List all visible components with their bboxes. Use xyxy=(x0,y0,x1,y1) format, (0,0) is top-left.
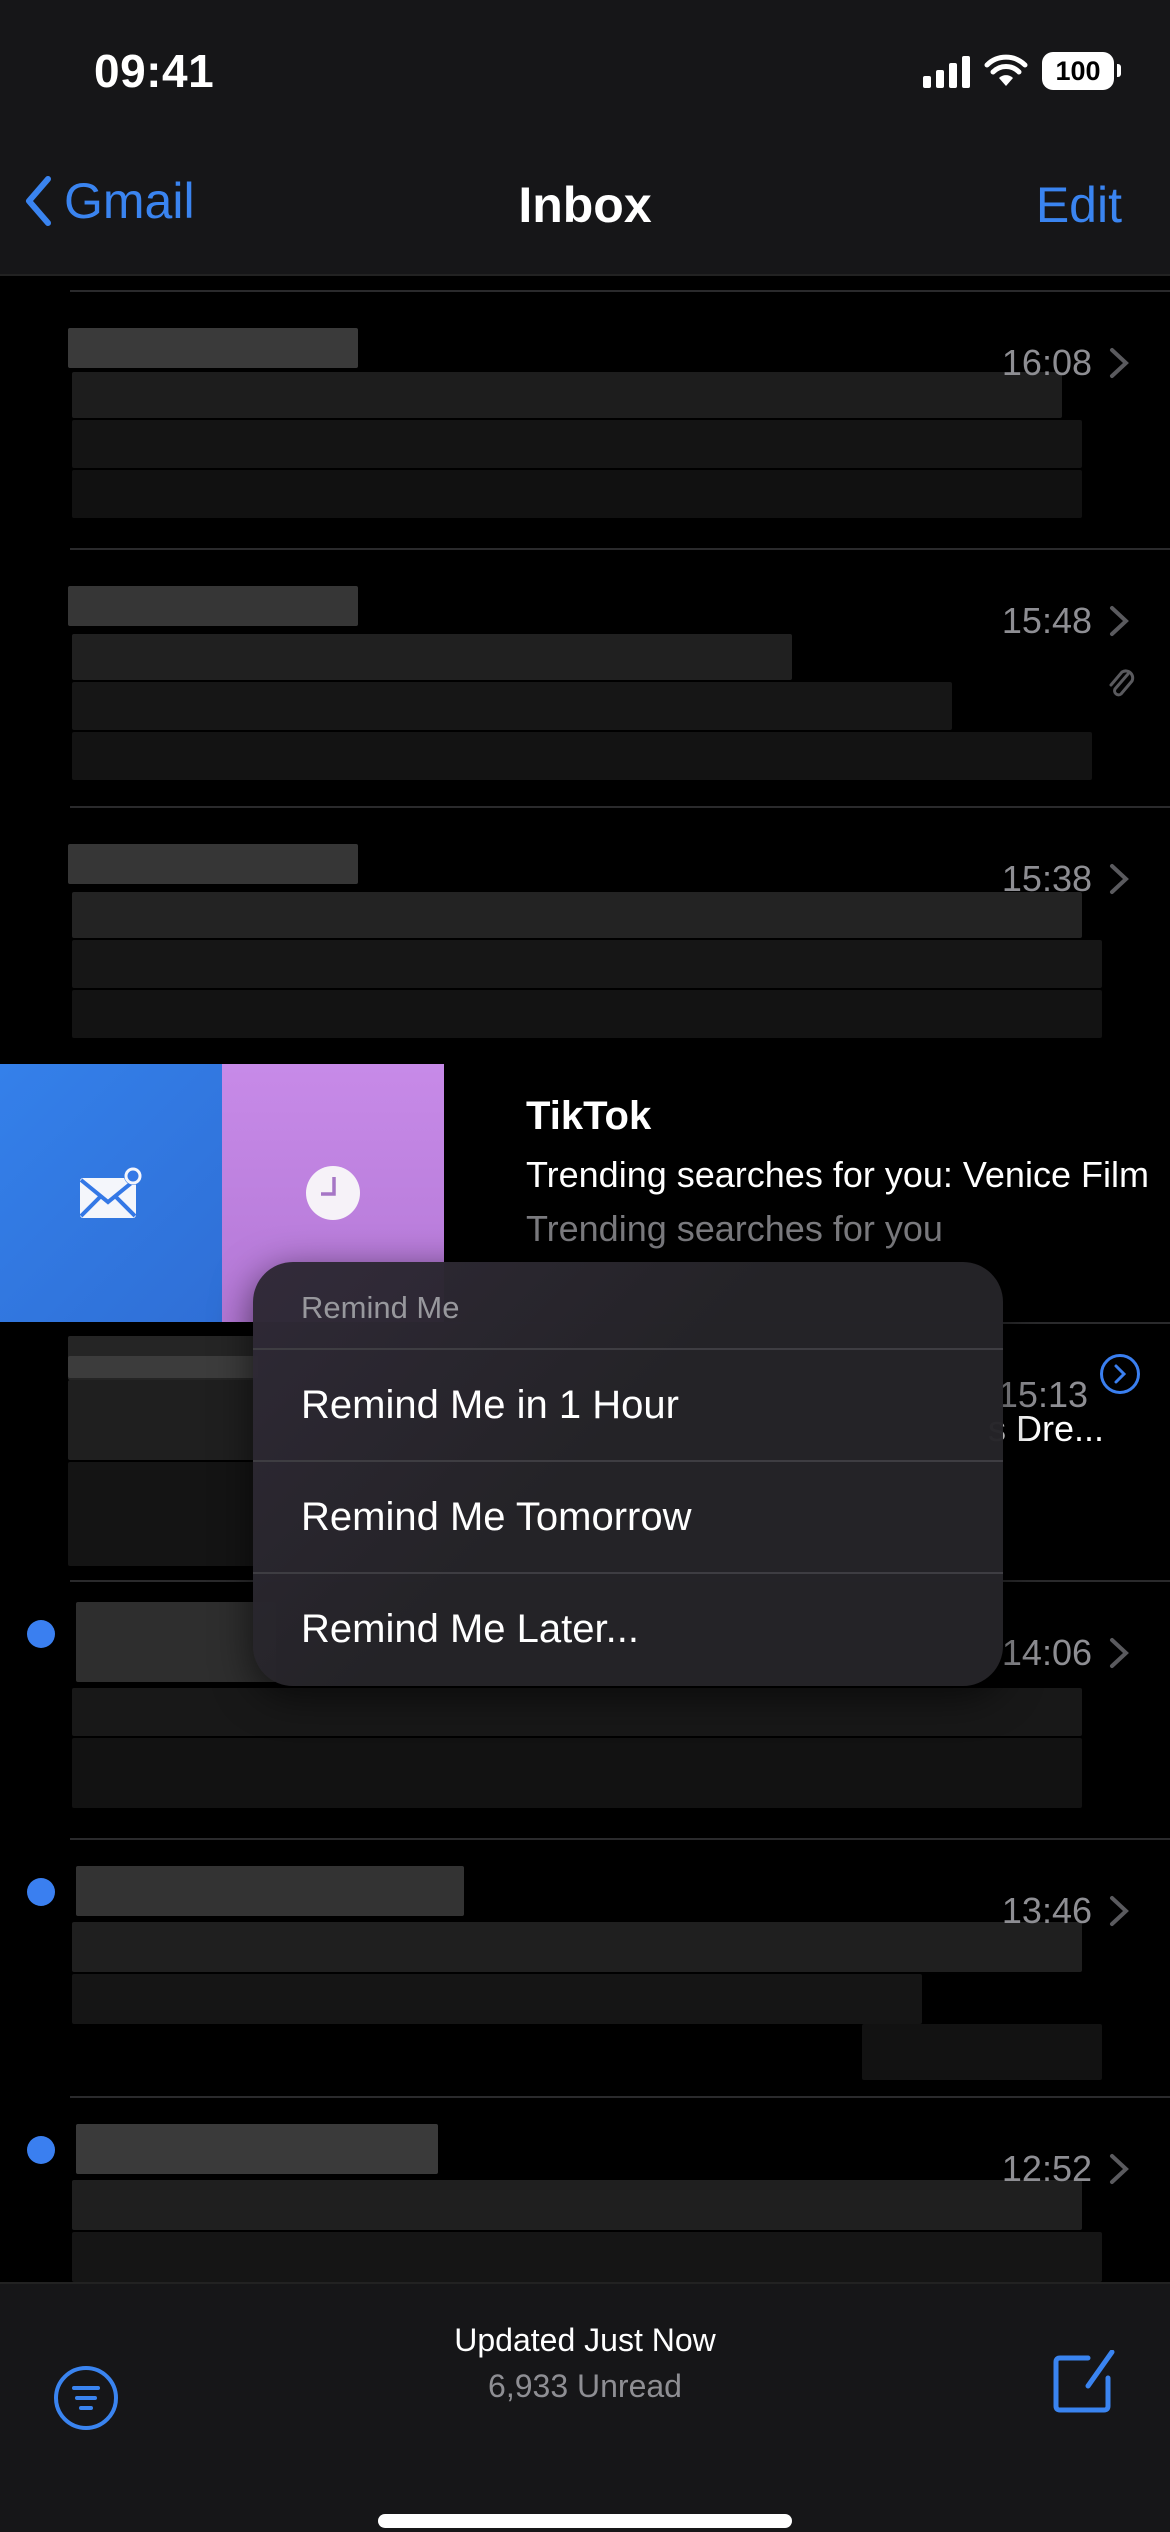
chevron-right-icon xyxy=(1110,1638,1129,1668)
message-row[interactable]: 16:08 xyxy=(0,290,1170,548)
redacted-preview xyxy=(862,2024,1102,2080)
remind-later-option[interactable]: Remind Me Later... xyxy=(253,1572,1003,1684)
envelope-badge-icon xyxy=(79,1167,142,1218)
remind-tomorrow-option[interactable]: Remind Me Tomorrow xyxy=(253,1460,1003,1572)
redacted-sender xyxy=(68,1356,258,1378)
remind-in-1-hour-option[interactable]: Remind Me in 1 Hour xyxy=(253,1348,1003,1460)
paperclip-icon xyxy=(1109,669,1135,697)
message-subject-tail: s Dre... xyxy=(987,1408,1104,1449)
redacted-preview xyxy=(72,2232,1102,2282)
chevron-right-icon xyxy=(1110,864,1129,894)
redacted-subject xyxy=(68,1380,258,1460)
status-time: 09:41 xyxy=(94,45,215,97)
chevron-right-icon xyxy=(1110,348,1129,378)
message-time: 15:48 xyxy=(1001,600,1092,641)
chevron-right-icon xyxy=(1114,1364,1127,1384)
clock-icon xyxy=(306,1166,360,1220)
cellular-signal-icon xyxy=(923,54,970,88)
mark-unread-action[interactable] xyxy=(0,1064,222,1322)
status-icons: 100 xyxy=(923,52,1121,90)
battery-icon: 100 xyxy=(1042,52,1121,90)
home-indicator[interactable] xyxy=(378,2514,792,2528)
compose-icon[interactable] xyxy=(1050,2350,1116,2416)
chevron-right-icon xyxy=(1110,2154,1129,2184)
chevron-right-icon xyxy=(1110,606,1129,636)
unread-count: 6,933 Unread xyxy=(488,2368,682,2404)
message-subject: Trending searches for you: Venice Film xyxy=(526,1154,1149,1195)
row-divider xyxy=(70,2096,1170,2098)
message-time: 16:08 xyxy=(1001,342,1092,383)
redacted-subject xyxy=(72,892,1082,938)
redacted-preview xyxy=(72,1738,1082,1808)
redacted-sender xyxy=(76,2124,438,2174)
redacted-sender xyxy=(76,1866,464,1916)
message-time: 13:46 xyxy=(1001,1890,1092,1931)
redacted-sender xyxy=(68,844,358,884)
redacted-preview xyxy=(72,732,1092,780)
unread-indicator xyxy=(27,2136,55,2164)
message-time: 15:38 xyxy=(1001,858,1092,899)
redacted-subject xyxy=(72,1922,1082,1972)
chevron-right-icon xyxy=(1110,1896,1129,1926)
chevron-left-icon xyxy=(26,176,51,226)
bottom-toolbar: Updated Just Now 6,933 Unread xyxy=(0,2282,1170,2532)
redacted-subject xyxy=(72,634,792,680)
message-sender: TikTok xyxy=(526,1094,652,1138)
row-divider xyxy=(70,290,1170,292)
remind-me-menu: Remind Me Remind Me in 1 Hour Remind Me … xyxy=(253,1262,1003,1686)
message-row[interactable]: 15:38 xyxy=(0,806,1170,1064)
menu-header: Remind Me xyxy=(301,1290,460,1325)
redacted-preview xyxy=(72,1974,922,2024)
unread-indicator xyxy=(27,1620,55,1648)
redacted-preview xyxy=(72,940,1102,988)
redacted-preview xyxy=(72,682,952,730)
row-divider xyxy=(70,806,1170,808)
redacted-preview xyxy=(72,420,1082,468)
message-preview: Trending searches for you xyxy=(526,1208,943,1249)
redacted-sender xyxy=(68,586,358,626)
back-button[interactable]: Gmail xyxy=(24,172,195,230)
message-time: 12:52 xyxy=(1001,2148,1092,2189)
row-divider xyxy=(70,548,1170,550)
redacted-preview xyxy=(68,1462,258,1566)
info-chevron-button[interactable] xyxy=(1100,1354,1140,1394)
update-status: Updated Just Now xyxy=(454,2322,716,2358)
redacted-preview xyxy=(72,470,1082,518)
message-row[interactable]: 13:46 xyxy=(0,1838,1170,2096)
row-divider xyxy=(70,1838,1170,1840)
redacted-subject xyxy=(72,372,1062,418)
redacted-subject xyxy=(72,2180,1082,2230)
back-label: Gmail xyxy=(64,173,195,229)
redacted-subject xyxy=(72,1688,1082,1736)
unread-indicator xyxy=(27,1878,55,1906)
redacted-sender xyxy=(76,1602,276,1682)
wifi-icon xyxy=(984,54,1028,86)
edit-button[interactable]: Edit xyxy=(1036,176,1122,234)
redacted-preview xyxy=(72,990,1102,1038)
message-row[interactable]: 15:48 xyxy=(0,548,1170,806)
message-time: 14:06 xyxy=(1001,1632,1092,1673)
top-bar: 09:41 100 Gmail Inbox Edit xyxy=(0,0,1170,276)
redacted-sender xyxy=(68,328,358,368)
